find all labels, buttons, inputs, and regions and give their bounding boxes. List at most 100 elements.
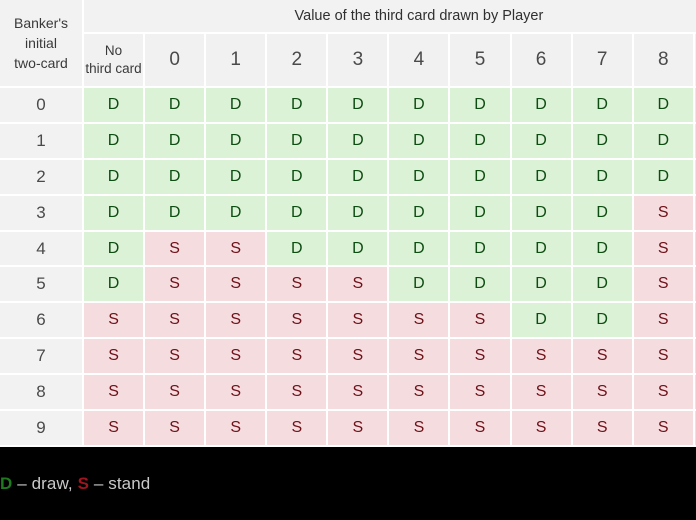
cell-r4-c5: D [389, 231, 451, 268]
table-row: 6SSSSSSSDDSS [0, 303, 696, 340]
cell-r8-c0: S [84, 375, 146, 412]
corner-header-line-2: initial [25, 34, 57, 51]
table-header: Banker's initial two-card Value of the t… [0, 0, 696, 88]
cell-r2-c6: D [450, 159, 512, 196]
cell-r3-c0: D [84, 195, 146, 232]
table-row: 3DDDDDDDDDSD [0, 195, 696, 232]
cell-r0-c4: D [328, 88, 390, 124]
cell-r8-c7: S [511, 375, 573, 412]
cell-r1-c2: D [206, 123, 268, 160]
cell-r6-c1: S [145, 303, 207, 340]
cell-r4-c7: D [511, 231, 573, 268]
table-row: 2DDDDDDDDDDD [0, 159, 696, 196]
cell-r9-c6: S [450, 411, 512, 447]
cell-r6-c5: S [389, 303, 451, 340]
cell-r0-c0: D [84, 88, 146, 124]
cell-r7-c9: S [633, 339, 695, 376]
cell-r8-c3: S [267, 375, 329, 412]
column-header-no-third-card-line-1: No [104, 42, 123, 58]
row-header-9: 9 [0, 411, 84, 447]
cell-r8-c5: S [389, 375, 451, 412]
cell-r0-c8: D [572, 88, 634, 124]
cell-r8-c6: S [450, 375, 512, 412]
row-header-5: 5 [0, 267, 84, 304]
cell-r2-c9: D [633, 159, 695, 196]
row-header-0: 0 [0, 88, 84, 124]
column-header-no-third-card-line-2: third card [85, 61, 142, 76]
cell-r0-c2: D [206, 88, 268, 124]
cell-r8-c9: S [633, 375, 695, 412]
cell-r3-c1: D [145, 195, 207, 232]
cell-r9-c0: S [84, 411, 146, 447]
cell-r5-c7: D [511, 267, 573, 304]
cell-r5-c2: S [206, 267, 268, 304]
cell-r1-c4: D [328, 123, 390, 160]
super-header-player-third-card: Value of the third card drawn by Player [84, 0, 696, 34]
cell-r4-c8: D [572, 231, 634, 268]
cell-r5-c9: S [633, 267, 695, 304]
cell-r5-c5: D [389, 267, 451, 304]
cell-r7-c2: S [206, 339, 268, 376]
cell-r1-c1: D [145, 123, 207, 160]
cell-r6-c8: D [572, 303, 634, 340]
cell-r9-c4: S [328, 411, 390, 447]
cell-r9-c8: S [572, 411, 634, 447]
cell-r0-c5: D [389, 88, 451, 124]
corner-header-banker-initial-two-card: Banker's initial two-card [0, 0, 84, 88]
cell-r7-c6: S [450, 339, 512, 376]
cell-r5-c3: S [267, 267, 329, 304]
cell-r4-c0: D [84, 231, 146, 268]
cell-r2-c8: D [572, 159, 634, 196]
column-header-0: 0 [145, 34, 207, 88]
cell-r7-c8: S [572, 339, 634, 376]
cell-r7-c1: S [145, 339, 207, 376]
cell-r1-c9: D [633, 123, 695, 160]
cell-r1-c6: D [450, 123, 512, 160]
row-header-6: 6 [0, 303, 84, 340]
cell-r2-c0: D [84, 159, 146, 196]
cell-r8-c4: S [328, 375, 390, 412]
cell-r7-c5: S [389, 339, 451, 376]
legend-key-draw: D [0, 473, 13, 493]
cell-r6-c3: S [267, 303, 329, 340]
cell-r6-c4: S [328, 303, 390, 340]
cell-r3-c8: D [572, 195, 634, 232]
cell-r3-c5: D [389, 195, 451, 232]
cell-r3-c3: D [267, 195, 329, 232]
table-row: 1DDDDDDDDDDD [0, 123, 696, 160]
column-header-3: 3 [328, 34, 390, 88]
baccarat-banker-strategy-figure: Banker's initial two-card Value of the t… [0, 0, 696, 520]
legend-label-draw: – draw, [12, 473, 78, 493]
column-header-6: 6 [511, 34, 573, 88]
cell-r5-c6: D [450, 267, 512, 304]
cell-r5-c0: D [84, 267, 146, 304]
cell-r7-c3: S [267, 339, 329, 376]
cell-r4-c6: D [450, 231, 512, 268]
column-header-no-third-card: No third card [84, 34, 146, 88]
column-header-1: 1 [206, 34, 268, 88]
row-header-1: 1 [0, 123, 84, 160]
cell-r0-c6: D [450, 88, 512, 124]
cell-r2-c5: D [389, 159, 451, 196]
cell-r6-c0: S [84, 303, 146, 340]
cell-r2-c1: D [145, 159, 207, 196]
cell-r1-c0: D [84, 123, 146, 160]
cell-r4-c1: S [145, 231, 207, 268]
row-header-8: 8 [0, 375, 84, 412]
column-header-7: 7 [572, 34, 634, 88]
row-header-4: 4 [0, 231, 84, 268]
table-super-header-row: Banker's initial two-card Value of the t… [0, 0, 696, 88]
cell-r6-c9: S [633, 303, 695, 340]
cell-r6-c2: S [206, 303, 268, 340]
cell-r4-c9: S [633, 231, 695, 268]
cell-r2-c2: D [206, 159, 268, 196]
cell-r1-c8: D [572, 123, 634, 160]
cell-r9-c9: S [633, 411, 695, 447]
cell-r4-c2: S [206, 231, 268, 268]
cell-r1-c7: D [511, 123, 573, 160]
cell-r5-c8: D [572, 267, 634, 304]
column-header-4: 4 [389, 34, 451, 88]
table-row: 8SSSSSSSSSSS [0, 375, 696, 412]
cell-r7-c4: S [328, 339, 390, 376]
cell-r0-c1: D [145, 88, 207, 124]
